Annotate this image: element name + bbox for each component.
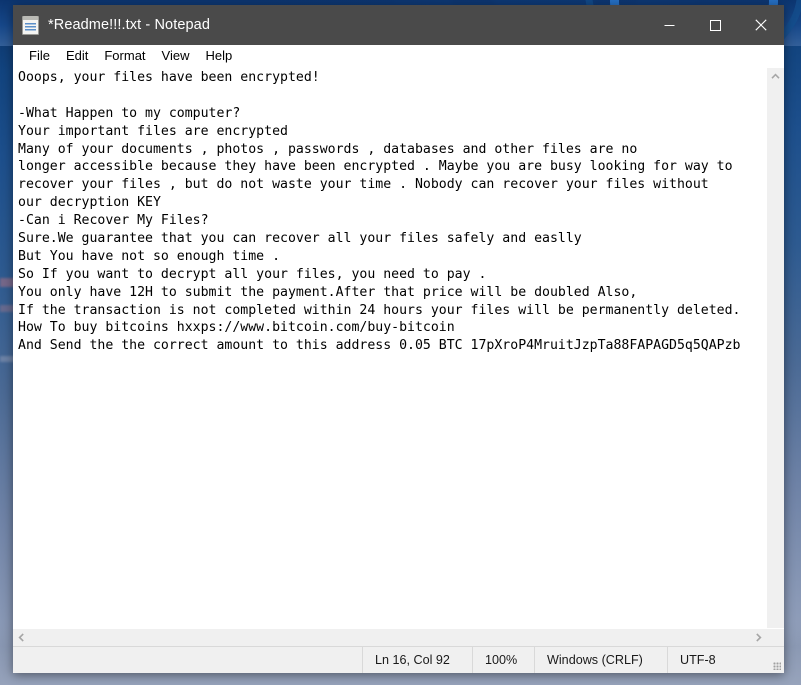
text-line: Many of your documents , photos , passwo… [18,141,638,157]
menu-item-view[interactable]: View [154,46,198,66]
scroll-right-button[interactable] [750,629,767,646]
notepad-icon [22,15,39,35]
text-line: Ooops, your files have been encrypted! [18,70,320,85]
horizontal-scrollbar[interactable] [13,628,784,646]
maximize-icon [709,19,721,31]
resize-grip-icon[interactable] [767,647,784,673]
menu-bar: File Edit Format View Help [13,45,784,68]
window-title: *Readme!!!.txt - Notepad [48,17,210,33]
scrollbar-corner [767,629,784,646]
vertical-scroll-track[interactable] [767,85,784,628]
chevron-right-icon [756,633,762,642]
minimize-button[interactable] [646,5,692,45]
status-zoom-level[interactable]: 100% [472,647,534,673]
chevron-left-icon [18,633,24,642]
status-encoding: UTF-8 [667,647,767,673]
status-line-ending: Windows (CRLF) [534,647,667,673]
menu-item-help[interactable]: Help [197,46,240,66]
window-controls [646,5,784,45]
menu-item-file[interactable]: File [21,46,58,66]
text-line: So If you want to decrypt all your files… [18,266,487,282]
text-line: Your important files are encrypted [18,123,288,139]
chevron-up-icon [771,73,780,79]
text-line: -Can i Recover My Files? [18,213,209,229]
text-line: -What Happen to my computer? [18,105,241,121]
text-line: You only have 12H to submit the payment.… [18,284,638,300]
text-line: And Send the the correct amount to this … [18,338,741,354]
text-line: recover your files , but do not waste yo… [18,177,709,193]
notepad-window: *Readme!!!.txt - Notepad File Edit Forma… [13,5,784,673]
status-bar: Ln 16, Col 92 100% Windows (CRLF) UTF-8 [13,646,784,673]
editor-area: Ooops, your files have been encrypted! -W… [13,68,784,628]
scroll-left-button[interactable] [13,629,30,646]
text-line: How To buy bitcoins hxxps://www.bitcoin.… [18,320,455,336]
text-line: longer accessible because they have been… [18,159,733,175]
horizontal-scroll-track[interactable] [30,629,750,646]
text-line [18,87,766,105]
text-line: our decryption KEY [18,195,161,211]
status-bar-spacer [13,647,362,673]
text-line: But You have not so enough time . [18,248,281,264]
minimize-icon [664,24,674,26]
close-button[interactable] [738,5,784,45]
maximize-button[interactable] [692,5,738,45]
vertical-scrollbar[interactable] [766,68,784,628]
text-line: If the transaction is not completed with… [18,302,741,318]
close-icon [755,19,767,31]
scroll-up-button[interactable] [767,68,784,85]
status-cursor-position: Ln 16, Col 92 [362,647,472,673]
text-line: Sure.We guarantee that you can recover a… [18,231,582,247]
text-editor[interactable]: Ooops, your files have been encrypted! -W… [14,68,766,628]
menu-item-format[interactable]: Format [96,46,153,66]
title-bar[interactable]: *Readme!!!.txt - Notepad [13,5,784,45]
menu-item-edit[interactable]: Edit [58,46,96,66]
